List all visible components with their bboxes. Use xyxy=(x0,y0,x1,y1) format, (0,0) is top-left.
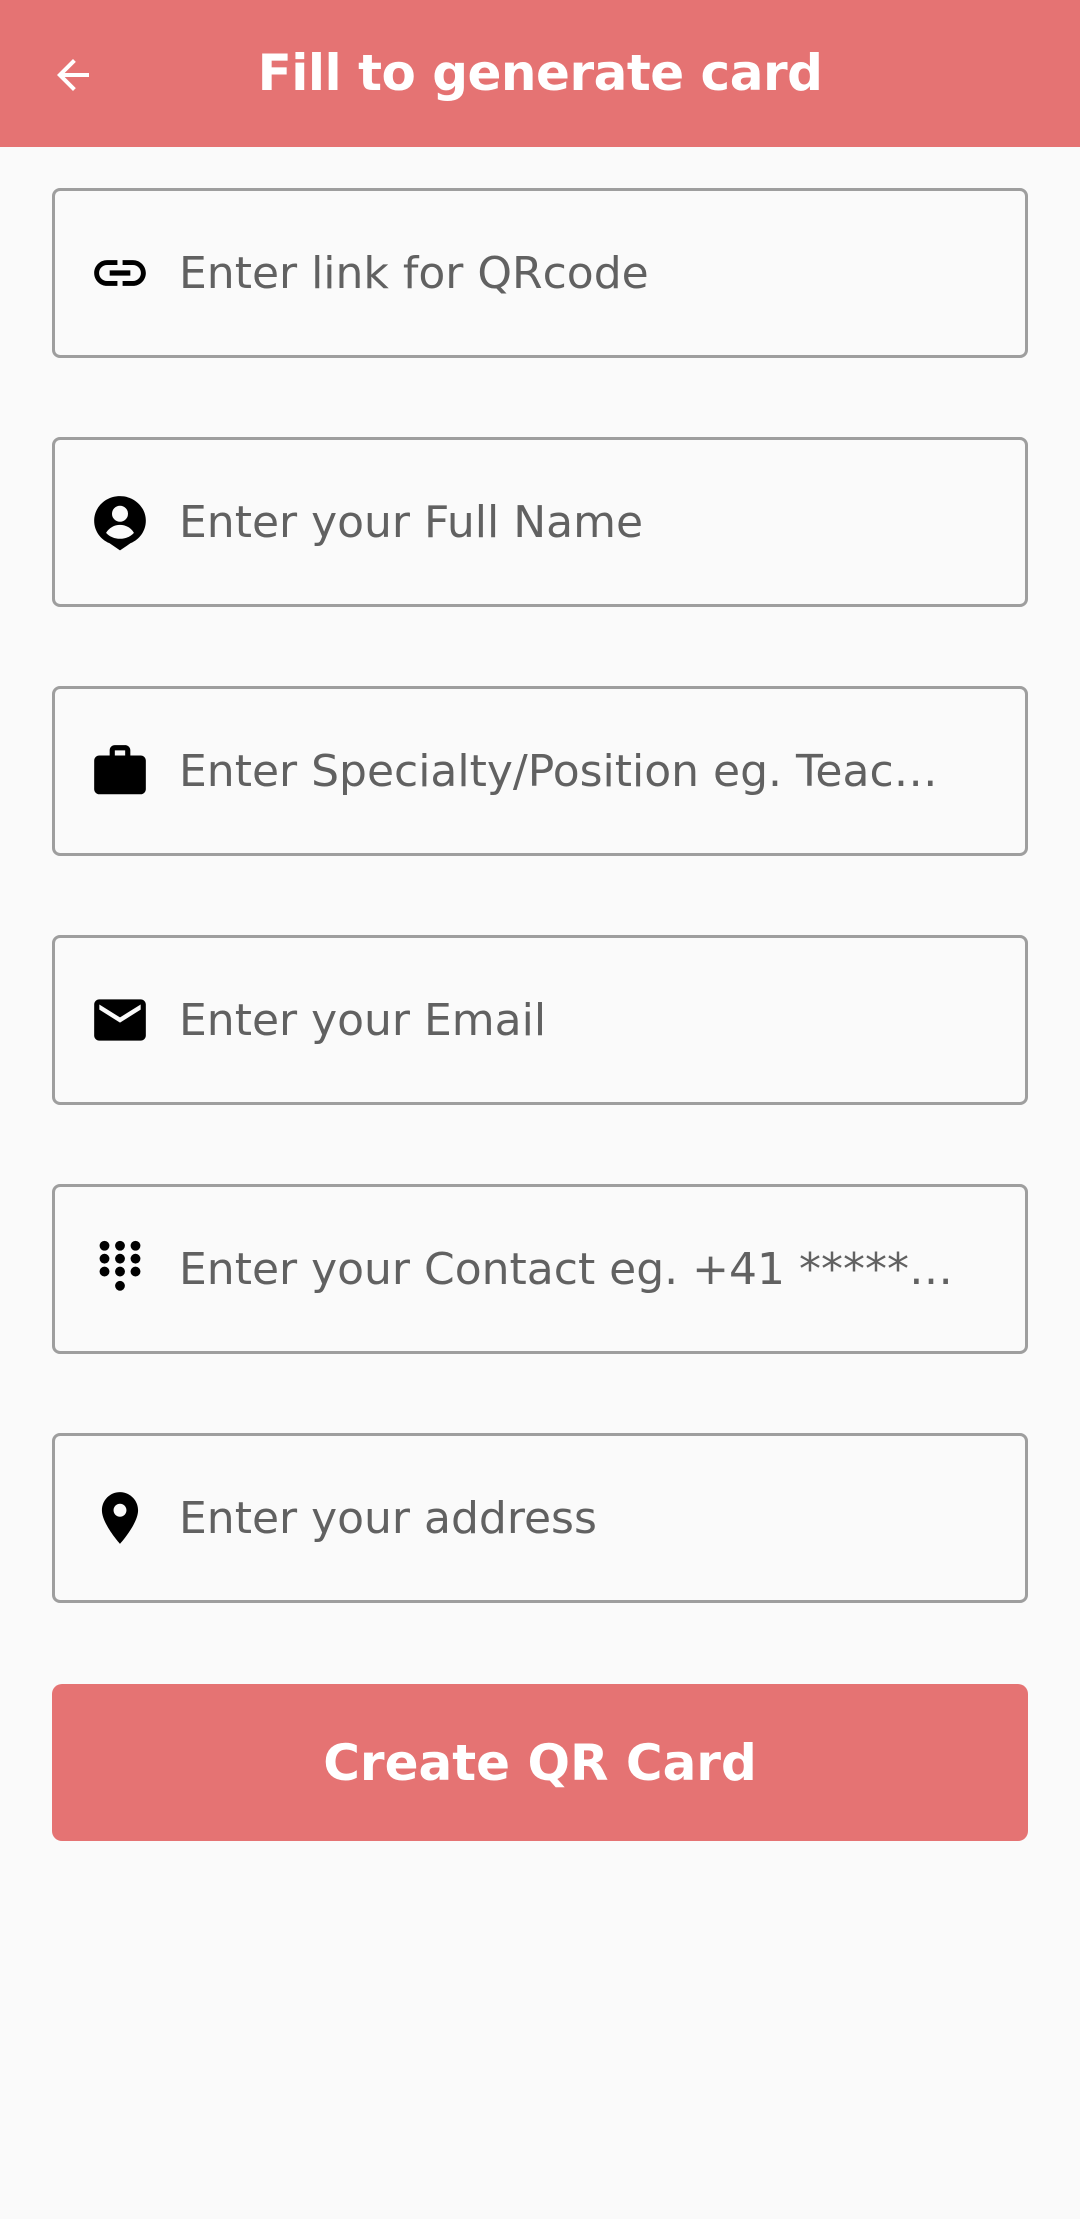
dialpad-icon xyxy=(89,1238,151,1300)
qr-link-field[interactable] xyxy=(52,188,1028,358)
create-qr-card-button[interactable]: Create QR Card xyxy=(52,1684,1028,1841)
contact-input[interactable] xyxy=(179,1187,955,1351)
full-name-field[interactable] xyxy=(52,437,1028,607)
email-icon xyxy=(89,989,151,1051)
link-icon xyxy=(89,242,151,304)
full-name-input[interactable] xyxy=(179,440,955,604)
specialty-input[interactable] xyxy=(179,689,955,853)
qr-link-input[interactable] xyxy=(179,191,955,355)
email-field[interactable] xyxy=(52,935,1028,1105)
location-pin-icon xyxy=(89,1487,151,1549)
contact-field[interactable] xyxy=(52,1184,1028,1354)
address-input[interactable] xyxy=(179,1436,955,1600)
specialty-field[interactable] xyxy=(52,686,1028,856)
card-form xyxy=(52,188,1028,1682)
address-field[interactable] xyxy=(52,1433,1028,1603)
account-pin-icon xyxy=(89,491,151,553)
page-title: Fill to generate card xyxy=(257,44,823,102)
briefcase-icon xyxy=(89,740,151,802)
email-input[interactable] xyxy=(179,938,955,1102)
app-bar: Fill to generate card xyxy=(0,0,1080,147)
